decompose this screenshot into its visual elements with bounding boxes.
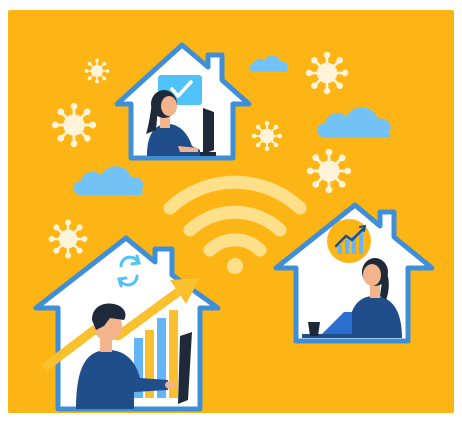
illustration-canvas <box>0 0 462 423</box>
coffee-cup-icon <box>308 322 320 336</box>
bar-chart-icon <box>327 219 371 263</box>
remote-work-illustration <box>8 10 454 413</box>
virus-icon <box>251 120 283 152</box>
virus-icon <box>47 218 89 260</box>
virus-icon <box>305 51 349 95</box>
virus-icon <box>51 102 97 148</box>
virus-icon <box>306 148 352 194</box>
virus-icon <box>84 58 110 84</box>
